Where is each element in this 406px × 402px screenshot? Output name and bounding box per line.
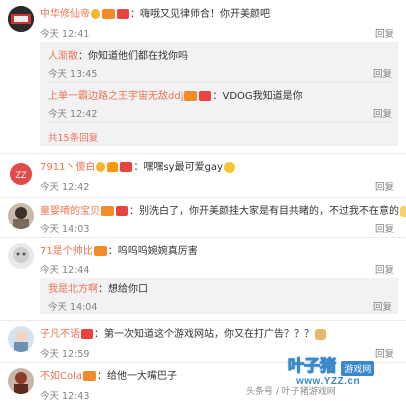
comment-time: 今天 14:03 (40, 224, 90, 235)
comment-text: ：嘿嘿sy最可爱gay (133, 162, 223, 173)
level-badge-icon (184, 91, 198, 101)
comment-main: 7911丶傻白 ：嘿嘿sy最可爱gay (40, 161, 235, 174)
comment-main: 中华修仙帝 ：嗨哦又见律师合！你开美颜吧 (40, 8, 270, 21)
reply-time: 今天 12:42 (48, 109, 98, 120)
thread-reply-1: 我是北方啊：想给你口 (48, 283, 148, 296)
level-badge-icon (83, 371, 97, 381)
shrug-emoji-icon (315, 328, 326, 340)
comment-text: ：给他一大嘴巴子 (97, 371, 178, 382)
level-badge-icon (93, 246, 107, 256)
member-badge-icon (199, 91, 212, 101)
divider (0, 153, 406, 154)
comment-4: 71是个帅比 ：呜呜呜婉婉真厉害 今天 12:44 回复 我是北方啊：想给你口 今… (0, 239, 406, 321)
member-badge-icon (116, 206, 128, 216)
svg-text:ZZ: ZZ (16, 170, 27, 180)
watermark-url: www.YZZ.cn (296, 376, 361, 387)
watermark-tag: 游戏网 (341, 360, 375, 376)
username-link[interactable]: 子凡不语 (40, 329, 80, 340)
avatar[interactable] (8, 326, 34, 352)
username-link[interactable]: 7911丶傻白 (40, 162, 95, 173)
comment-text: ：别洗白了，你开美颜挂大家是有目共睹的，不过我不在意的 (129, 206, 399, 217)
member-badge-icon (81, 329, 93, 339)
reply-button[interactable]: 回复 (375, 262, 394, 276)
username-link[interactable]: 人渐散 (48, 51, 78, 62)
cat-emoji-icon (400, 205, 406, 217)
more-replies-link[interactable]: 共15条回复 (48, 130, 98, 144)
reply-time: 今天 14:04 (48, 302, 98, 313)
comment-main: 不如Cola ：给他一大嘴巴子 (40, 370, 177, 383)
member-badge-icon (117, 9, 129, 19)
divider (0, 320, 406, 321)
reply-text: ：你知道他们都在找你吗 (78, 51, 188, 62)
verified-icon (91, 9, 100, 19)
comment-1: 中华修仙帝 ：嗨哦又见律师合！你开美颜吧 今天 12:41 回复 人渐散：你知道他… (0, 0, 406, 150)
comment-time: 今天 12:44 (40, 265, 90, 276)
reply-button[interactable]: 回复 (373, 299, 392, 313)
watermark-logo: 叶子猪 游戏网 (287, 352, 375, 376)
comment-main: 71是个帅比 ：呜呜呜婉婉真厉害 (40, 245, 198, 258)
heart-eyes-emoji-icon (223, 161, 235, 173)
thread-reply-2: 上单一霸边路之王宇宙无敌ddj ：VDOG我知道是你 (48, 90, 303, 103)
username-link[interactable]: 不如Cola (40, 371, 82, 382)
reply-button[interactable]: 回复 (373, 106, 392, 120)
avatar[interactable] (8, 203, 34, 229)
crown-badge-icon (107, 162, 119, 172)
comment-text: ：嗨哦又见律师合！你开美颜吧 (130, 9, 270, 20)
avatar[interactable]: ZZ (8, 161, 34, 187)
reply-thread: 人渐散：你知道他们都在找你吗 今天 13:45 回复 上单一霸边路之王宇宙无敌d… (40, 42, 398, 146)
reply-button[interactable]: 回复 (375, 221, 394, 235)
username-link[interactable]: 上单一霸边路之王宇宙无敌ddj (48, 91, 183, 102)
comment-main: 子凡不语 ：第一次知道这个游戏网站，你又在打广告？？？ (40, 328, 326, 341)
reply-text: ：VDOG我知道是你 (212, 91, 303, 102)
comment-text: ：第一次知道这个游戏网站，你又在打广告？？？ (94, 329, 314, 340)
level-badge-icon (101, 206, 114, 216)
site-watermark: 叶子猪 游戏网 www.YZZ.cn (287, 352, 400, 396)
level-badge-icon (102, 9, 115, 19)
comment-3: 童婴嘀的宝贝 ：别洗白了，你开美颜挂大家是有目共睹的，不过我不在意的 今天 14:… (0, 199, 406, 239)
divider (0, 197, 406, 198)
username-link[interactable]: 中华修仙帝 (40, 9, 90, 20)
comment-time: 今天 12:59 (40, 349, 90, 360)
thread-reply-1: 人渐散：你知道他们都在找你吗 (48, 50, 188, 63)
reply-thread: 我是北方啊：想给你口 今天 14:04 回复 (40, 278, 398, 314)
reply-button[interactable]: 回复 (373, 66, 392, 80)
comment-2: ZZ 7911丶傻白 ：嘿嘿sy最可爱gay 今天 12:42 回复 (0, 155, 406, 195)
reply-button[interactable]: 回复 (375, 26, 394, 40)
reply-button[interactable]: 回复 (375, 179, 394, 193)
comment-time: 今天 12:42 (40, 182, 90, 193)
comment-time: 今天 12:41 (40, 29, 90, 40)
reply-time: 今天 13:45 (48, 69, 98, 80)
verified-icon (96, 162, 106, 172)
avatar[interactable] (8, 243, 34, 269)
divider (0, 237, 406, 238)
username-link[interactable]: 童婴嘀的宝贝 (40, 206, 100, 217)
divider (48, 122, 392, 123)
avatar[interactable] (8, 368, 34, 394)
comment-main: 童婴嘀的宝贝 ：别洗白了，你开美颜挂大家是有目共睹的，不过我不在意的 (40, 205, 406, 218)
comment-text: ：呜呜呜婉婉真厉害 (107, 246, 198, 257)
avatar[interactable] (8, 6, 34, 32)
watermark-site: 叶子猪 (287, 356, 337, 376)
member-badge-icon (120, 162, 133, 172)
username-link[interactable]: 我是北方啊 (48, 284, 98, 295)
reply-text: ：想给你口 (98, 284, 148, 295)
divider (48, 82, 392, 83)
username-link[interactable]: 71是个帅比 (40, 246, 93, 257)
